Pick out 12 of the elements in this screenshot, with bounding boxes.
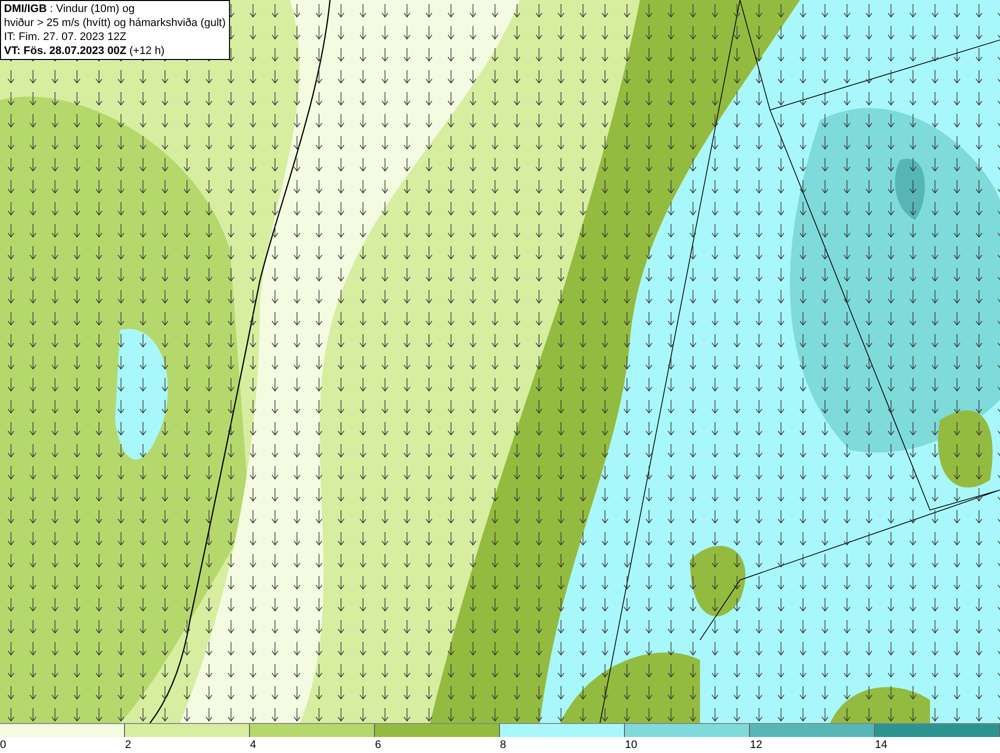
legend-label: 8 bbox=[500, 738, 506, 753]
legend-label: 14 bbox=[875, 738, 888, 753]
legend-label: 4 bbox=[250, 738, 256, 753]
chart-title-line: VT: Fös. 28.07.2023 00Z (+12 h) bbox=[4, 44, 166, 58]
chart-title-line: DMI/IGB : Vindur (10m) og bbox=[4, 2, 136, 16]
chart-title-line: IT: Fim. 27. 07. 2023 12Z bbox=[4, 30, 128, 44]
chart-title-line: hviður > 25 m/s (hvítt) og hámarkshviða (gult) bbox=[4, 16, 226, 30]
legend-label: 2 bbox=[125, 738, 132, 753]
legend-label: 6 bbox=[375, 738, 382, 753]
legend-label: 10 bbox=[625, 738, 638, 753]
legend-label: 12 bbox=[750, 738, 762, 753]
legend-label: 0 bbox=[0, 738, 6, 753]
